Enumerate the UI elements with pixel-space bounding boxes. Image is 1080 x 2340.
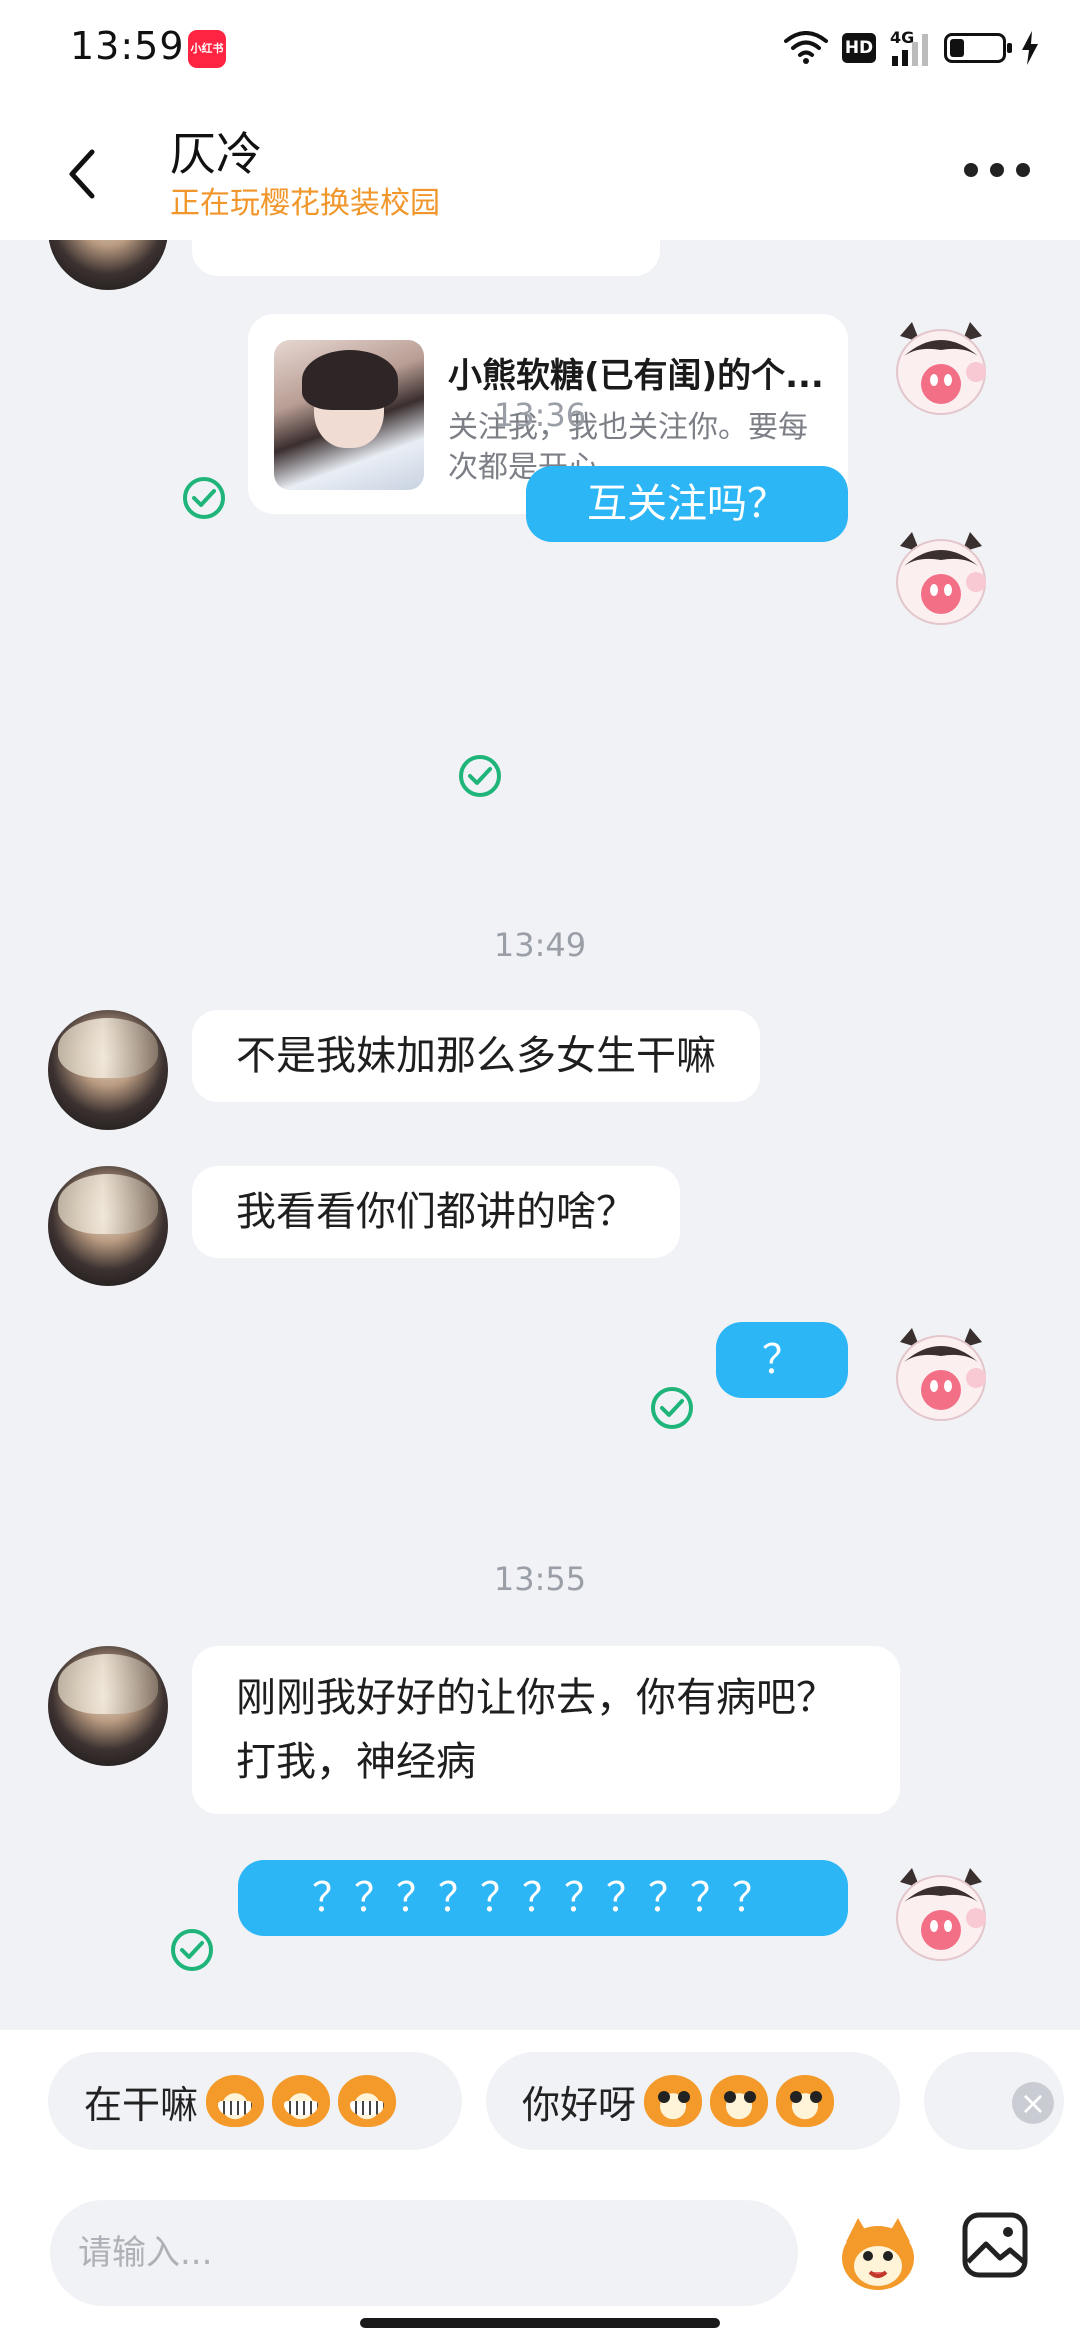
quick-reply-chip[interactable]: 在干嘛	[48, 2052, 462, 2150]
hd-icon: HD	[842, 33, 876, 63]
message-bubble-incoming[interactable]	[192, 240, 660, 276]
timestamp: 13:49	[493, 926, 587, 964]
status-bar: 13:59 小红书 HD 4G	[0, 0, 1080, 100]
sticker-icon[interactable]	[836, 2212, 920, 2296]
read-check-icon	[183, 477, 225, 519]
message-bubble-outgoing[interactable]: ？	[716, 1322, 848, 1398]
message-bubble-outgoing[interactable]: 互关注吗？	[526, 466, 848, 542]
message-bubble-incoming[interactable]: 刚刚我好好的让你去，你有病吧？打我，神经病	[192, 1646, 900, 1814]
wifi-icon	[784, 31, 828, 64]
status-icons: HD 4G	[784, 26, 1040, 70]
back-arrow-icon[interactable]	[58, 138, 114, 208]
read-check-icon	[171, 1929, 213, 1971]
self-avatar[interactable]	[886, 1322, 996, 1432]
surprised-face-icon	[644, 2075, 703, 2127]
read-check-icon	[651, 1387, 693, 1429]
close-icon[interactable]: ×	[1012, 2082, 1054, 2124]
contact-name[interactable]: 仄冷	[170, 118, 262, 184]
signal-icon: 4G	[890, 28, 930, 66]
grinning-face-icon	[272, 2075, 331, 2127]
image-icon[interactable]	[960, 2210, 1030, 2280]
quick-reply-label: 在干嘛	[84, 2082, 199, 2127]
chat-header: 仄冷 正在玩樱花换装校园	[0, 100, 1080, 240]
message-bubble-incoming[interactable]: 不是我妹加那么多女生干嘛	[192, 1010, 760, 1102]
chat-message-list[interactable]: 小熊软糖(已有闺)的个... 关注我，我也关注你。要每次都是开心... 13:3…	[0, 240, 1080, 2030]
read-check-icon	[459, 755, 501, 797]
battery-icon	[944, 33, 1012, 63]
contact-avatar[interactable]	[48, 1166, 168, 1286]
message-bubble-outgoing[interactable]: ？？？？？？？？？？？	[238, 1860, 848, 1936]
grinning-face-icon	[338, 2075, 397, 2127]
status-time: 13:59	[70, 24, 185, 68]
contact-avatar[interactable]	[48, 240, 168, 290]
card-title: 小熊软糖(已有闺)的个...	[448, 356, 824, 396]
quick-reply-bar: 在干嘛 你好呀 ×	[0, 2030, 1080, 2200]
timestamp: 13:55	[493, 1560, 587, 1598]
contact-status: 正在玩樱花换装校园	[170, 186, 440, 221]
more-options-icon[interactable]	[964, 150, 1030, 190]
home-indicator[interactable]	[360, 2318, 720, 2328]
message-input[interactable]: 请输入...	[50, 2200, 798, 2306]
quick-reply-chip[interactable]: 你好呀	[486, 2052, 900, 2150]
contact-avatar[interactable]	[48, 1646, 168, 1766]
contact-avatar[interactable]	[48, 1010, 168, 1130]
timestamp: 13:36	[493, 396, 587, 434]
surprised-face-icon	[710, 2075, 769, 2127]
self-avatar[interactable]	[886, 526, 996, 636]
message-bubble-incoming[interactable]: 我看看你们都讲的啥？	[192, 1166, 680, 1258]
surprised-face-icon	[776, 2075, 835, 2127]
grinning-face-icon	[206, 2075, 265, 2127]
quick-reply-label: 你好呀	[522, 2082, 637, 2127]
xiaohongshu-app-icon: 小红书	[188, 30, 226, 68]
charging-icon	[1022, 31, 1038, 65]
self-avatar[interactable]	[886, 1862, 996, 1972]
